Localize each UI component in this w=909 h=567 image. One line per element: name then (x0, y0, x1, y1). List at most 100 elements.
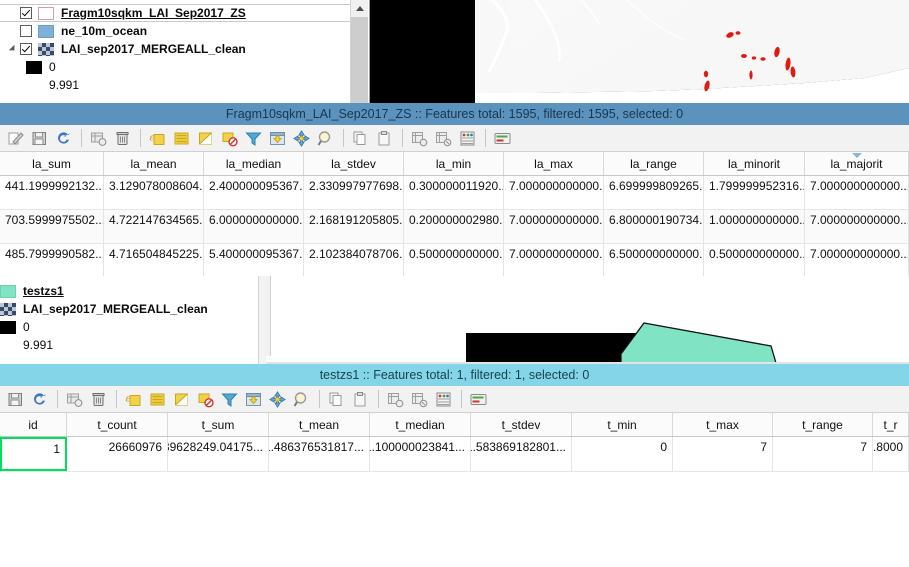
cell-t_mean[interactable]: 1.486376531817... (269, 437, 370, 471)
map-canvas-bottom[interactable] (266, 276, 909, 364)
cell-la_stdev[interactable]: 2.102384078706... (304, 244, 404, 276)
column-header-la_majorit[interactable]: la_majorit (805, 152, 909, 175)
attribute-table-bottom[interactable]: id t_count t_sum t_mean t_median t_stdev t_min… (0, 413, 909, 475)
cell-la_range[interactable]: 6.699999809265... (604, 176, 704, 209)
add-feature-icon[interactable] (63, 388, 85, 410)
pan-to-selection-icon[interactable] (266, 388, 288, 410)
column-header-la_minorit[interactable]: la_minorit (704, 152, 805, 175)
delete-field-icon[interactable] (432, 127, 454, 149)
cell-la_min[interactable]: 0.500000000000... (404, 244, 504, 276)
column-header-t_r[interactable]: t_r (873, 413, 909, 436)
cell-la_median[interactable]: 2.400000095367... (204, 176, 304, 209)
table-row[interactable]: 703.5999975502... 4.722147634565... 6.0000… (0, 210, 909, 244)
cell-la_median[interactable]: 5.400000095367... (204, 244, 304, 276)
column-header-la_stdev[interactable]: la_stdev (304, 152, 404, 175)
cell-la_majorit[interactable]: 7.000000000000... (805, 210, 909, 243)
cell-t_min[interactable]: 0 (572, 437, 673, 471)
reload-table-icon[interactable] (52, 127, 74, 149)
cell-t_median[interactable]: 1.100000023841... (370, 437, 471, 471)
filter-icon[interactable] (242, 127, 264, 149)
paste-icon[interactable] (349, 388, 371, 410)
save-edits-icon[interactable] (4, 388, 26, 410)
layers-tree-bottom[interactable]: testzs1 LAI_sep2017_MERGEALL_clean 0 9.991 (0, 282, 258, 354)
add-feature-icon[interactable] (87, 127, 109, 149)
table-row[interactable]: 1 26660976 39628249.04175... 1.486376531817… (0, 437, 909, 472)
layers-panel-scrollbar[interactable] (350, 0, 368, 103)
cell-la_stdev[interactable]: 2.168191205805... (304, 210, 404, 243)
select-all-icon[interactable] (146, 388, 168, 410)
delete-field-icon[interactable] (408, 388, 430, 410)
cell-la_stdev[interactable]: 2.330997977698... (304, 176, 404, 209)
column-header-t_stdev[interactable]: t_stdev (471, 413, 572, 436)
open-field-calculator-icon[interactable] (432, 388, 454, 410)
select-by-expression-icon[interactable]: ε (146, 127, 168, 149)
reload-table-icon[interactable] (28, 388, 50, 410)
cell-la_sum[interactable]: 441.1999992132... (0, 176, 104, 209)
cell-t_sum[interactable]: 39628249.04175... (168, 437, 269, 471)
cell-la_minorit[interactable]: 1.799999952316... (704, 176, 805, 209)
layer-expander-icon[interactable] (6, 40, 20, 58)
paste-icon[interactable] (373, 127, 395, 149)
open-field-calculator-icon[interactable] (456, 127, 478, 149)
layer-expander-icon[interactable] (6, 22, 20, 40)
column-header-t_count[interactable]: t_count (67, 413, 168, 436)
cell-la_mean[interactable]: 4.722147634565... (104, 210, 204, 243)
scrollbar-thumb[interactable] (351, 17, 368, 103)
column-header-la_median[interactable]: la_median (204, 152, 304, 175)
conditional-formatting-icon[interactable] (467, 388, 489, 410)
move-selection-top-icon[interactable] (242, 388, 264, 410)
cell-la_mean[interactable]: 3.129078008604... (104, 176, 204, 209)
cell-la_min[interactable]: 0.300000011920... (404, 176, 504, 209)
column-header-la_mean[interactable]: la_mean (104, 152, 204, 175)
column-header-t_range[interactable]: t_range (773, 413, 873, 436)
column-header-la_min[interactable]: la_min (404, 152, 504, 175)
column-header-t_max[interactable]: t_max (673, 413, 773, 436)
select-by-expression-icon[interactable]: ε (122, 388, 144, 410)
layer-item-2[interactable]: LAI_sep2017_MERGEALL_clean (0, 40, 352, 58)
scroll-up-arrow-icon[interactable] (351, 0, 368, 17)
column-header-t_sum[interactable]: t_sum (168, 413, 269, 436)
cell-la_majorit[interactable]: 7.000000000000... (805, 176, 909, 209)
map-canvas-top[interactable] (370, 0, 909, 103)
layer-item-1[interactable]: LAI_sep2017_MERGEALL_clean (0, 300, 258, 318)
layers-tree-top[interactable]: Fragm10sqkm_LAI_Sep2017_ZS ne_10m_ocean LA… (0, 4, 352, 94)
cell-t_r[interactable]: 6.8000 (873, 437, 909, 471)
table-header-row[interactable]: la_sum la_mean la_median la_stdev la_min la_m… (0, 152, 909, 176)
cell-la_median[interactable]: 6.000000000000... (204, 210, 304, 243)
invert-selection-icon[interactable] (170, 388, 192, 410)
column-header-la_range[interactable]: la_range (604, 152, 704, 175)
cell-la_minorit[interactable]: 0.500000000000... (704, 244, 805, 276)
copy-icon[interactable] (325, 388, 347, 410)
cell-t_max[interactable]: 7 (673, 437, 773, 471)
deselect-all-icon[interactable] (194, 388, 216, 410)
column-header-t_min[interactable]: t_min (572, 413, 673, 436)
attribute-table-top-toolbar[interactable]: ε (0, 125, 909, 152)
cell-t_stdev[interactable]: 1.583869182801... (471, 437, 572, 471)
column-header-t_mean[interactable]: t_mean (269, 413, 370, 436)
cell-la_min[interactable]: 0.200000002980... (404, 210, 504, 243)
new-field-icon[interactable] (408, 127, 430, 149)
cell-la_range[interactable]: 6.500000000000... (604, 244, 704, 276)
cell-la_sum[interactable]: 703.5999975502... (0, 210, 104, 243)
new-field-icon[interactable] (384, 388, 406, 410)
table-body[interactable]: 1 26660976 39628249.04175... 1.486376531817… (0, 437, 909, 472)
layers-panel-bottom[interactable]: testzs1 LAI_sep2017_MERGEALL_clean 0 9.991 (0, 276, 266, 364)
cell-la_max[interactable]: 7.000000000000... (504, 210, 604, 243)
cell-la_max[interactable]: 7.000000000000... (504, 244, 604, 276)
testzs1-polygon[interactable] (621, 318, 801, 364)
pan-to-selection-icon[interactable] (290, 127, 312, 149)
column-header-t_median[interactable]: t_median (370, 413, 471, 436)
column-header-id[interactable]: id (0, 413, 67, 436)
filter-icon[interactable] (218, 388, 240, 410)
column-header-la_max[interactable]: la_max (504, 152, 604, 175)
table-header-row[interactable]: id t_count t_sum t_mean t_median t_stdev t_min… (0, 413, 909, 437)
zoom-to-selection-icon[interactable] (290, 388, 312, 410)
cell-la_mean[interactable]: 4.716504845225... (104, 244, 204, 276)
cell-t_range[interactable]: 7 (773, 437, 873, 471)
cell-la_range[interactable]: 6.800000190734... (604, 210, 704, 243)
cell-id[interactable]: 1 (0, 437, 67, 471)
cell-t_count[interactable]: 26660976 (67, 437, 168, 471)
layer-item-1[interactable]: ne_10m_ocean (0, 22, 352, 40)
layer-expander-icon[interactable] (6, 4, 20, 22)
conditional-formatting-icon[interactable] (491, 127, 513, 149)
